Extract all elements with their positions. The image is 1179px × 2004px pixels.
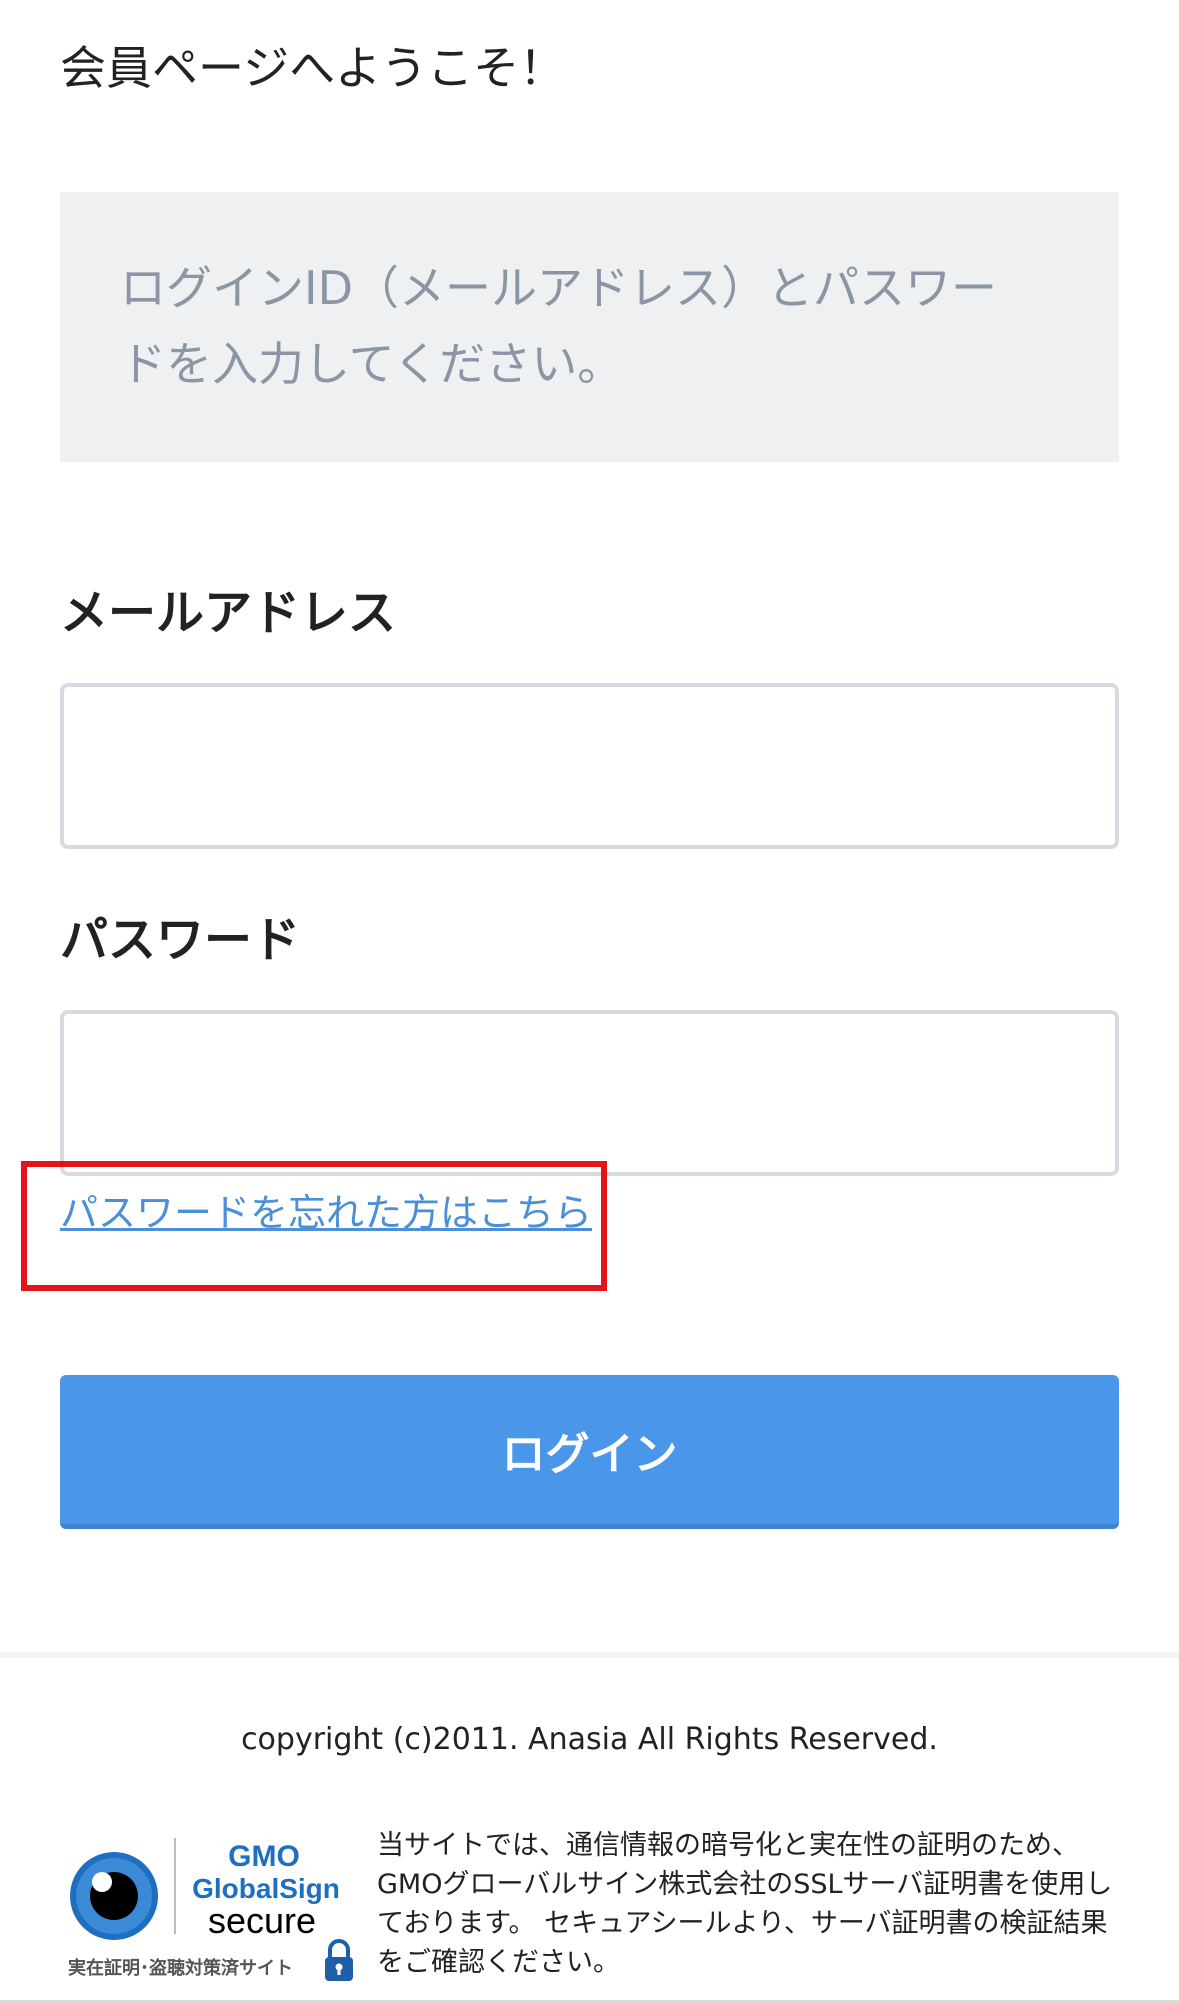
forgot-password-link[interactable]: パスワードを忘れた方はこちら xyxy=(60,1188,592,1238)
seal-secure-text: secure xyxy=(208,1900,316,1941)
page-title: 会員ページへようこそ！ xyxy=(60,41,566,95)
instruction-line-1: ログインID（メールアドレス）とパスワー xyxy=(120,261,997,315)
seal-brand-gmo: GMO xyxy=(228,1840,300,1873)
password-input[interactable] xyxy=(60,1010,1119,1176)
email-label: メールアドレス xyxy=(60,585,397,641)
footer: copyright (c)2011. Anasia All Rights Res… xyxy=(0,1652,1179,2004)
email-input[interactable] xyxy=(60,683,1119,849)
login-instruction-text: ログインID（メールアドレス）とパスワー ドを入力してください。 xyxy=(120,250,1059,402)
login-button[interactable]: ログイン xyxy=(60,1375,1119,1529)
login-instruction-box: ログインID（メールアドレス）とパスワー ドを入力してください。 xyxy=(60,192,1119,462)
password-label: パスワード xyxy=(60,912,301,968)
seal-caption: 実在証明･盗聴対策済サイト xyxy=(68,1957,293,1979)
eye-logo-glint xyxy=(92,1872,112,1892)
bottom-edge xyxy=(0,2000,1179,2004)
ssl-notice-text: 当サイトでは、通信情報の暗号化と実在性の証明のため、GMOグローバルサイン株式会… xyxy=(377,1830,1113,1978)
globalsign-ssl-seal[interactable]: GMO GlobalSign secure 実在証明･盗聴対策済サイト xyxy=(68,1834,360,1986)
instruction-line-2: ドを入力してください。 xyxy=(120,337,624,391)
copyright-text: copyright (c)2011. Anasia All Rights Res… xyxy=(241,1722,938,1757)
lock-icon xyxy=(325,1939,353,1981)
